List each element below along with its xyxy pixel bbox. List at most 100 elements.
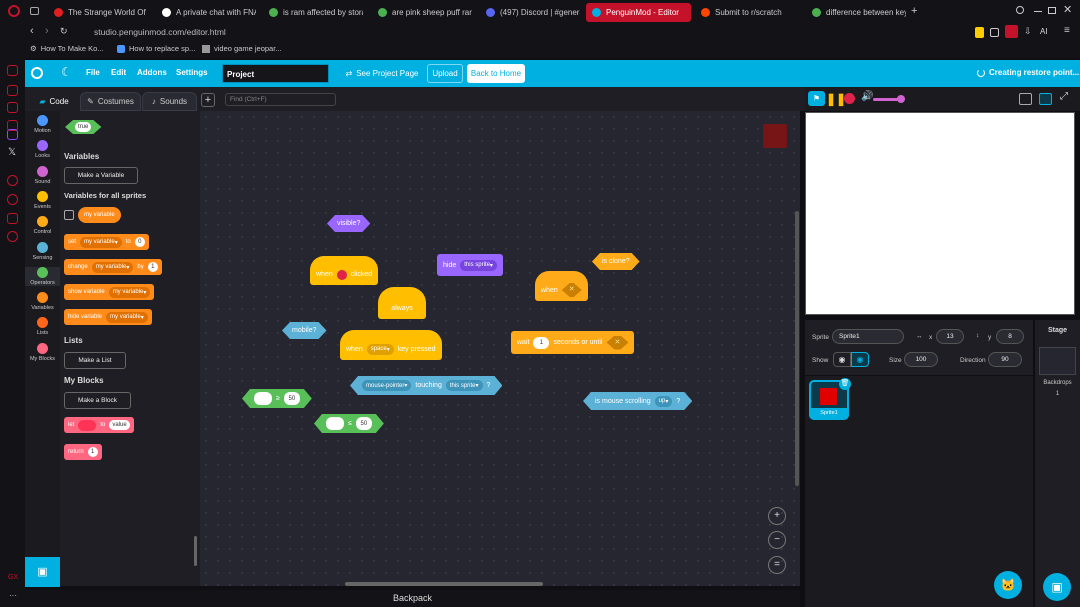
normal-stage-icon[interactable] bbox=[1039, 93, 1052, 105]
make-variable-button[interactable]: Make a Variable bbox=[64, 167, 138, 184]
browser-tab[interactable]: is ram affected by storage bbox=[263, 3, 363, 22]
zoom-out-icon[interactable]: − bbox=[768, 531, 786, 549]
sprite-name-input[interactable]: Sprite1 bbox=[832, 329, 904, 344]
stage-canvas[interactable] bbox=[805, 112, 1075, 315]
add-extension-corner-button[interactable]: ▣ bbox=[25, 557, 60, 587]
category-motion[interactable]: Motion bbox=[25, 115, 60, 134]
gx-icon[interactable]: GX bbox=[8, 574, 18, 581]
sidebar-player-icon[interactable] bbox=[7, 175, 18, 186]
tab-overview-icon[interactable] bbox=[30, 7, 39, 15]
when-condition-hat-block[interactable]: when ✕ bbox=[535, 271, 588, 301]
browser-tab[interactable]: The Strange World Of Chr bbox=[48, 3, 148, 22]
empty-condition-slot[interactable]: ✕ bbox=[606, 336, 628, 350]
sidebar-ai-icon[interactable] bbox=[7, 85, 18, 96]
delete-sprite-icon[interactable]: 🗑 bbox=[839, 378, 851, 390]
sidebar-settings-icon[interactable] bbox=[7, 231, 18, 242]
menu-addons[interactable]: Addons bbox=[137, 68, 167, 77]
category-sensing[interactable]: Sensing bbox=[25, 241, 60, 261]
show-variable-block[interactable]: show variable my variable ▾ bbox=[64, 284, 155, 300]
variable-checkbox[interactable] bbox=[64, 210, 74, 220]
empty-condition-slot[interactable]: ✕ bbox=[562, 283, 582, 297]
extension-icon[interactable] bbox=[975, 27, 984, 38]
le-left-input[interactable] bbox=[326, 417, 344, 430]
back-icon[interactable]: ‹ bbox=[30, 25, 34, 37]
screenshot-icon[interactable] bbox=[1005, 25, 1018, 38]
category-control[interactable]: Control bbox=[25, 216, 60, 235]
hide-variable-block[interactable]: hide variable my variable ▾ bbox=[64, 309, 152, 325]
find-input[interactable]: Find (Ctrl+F) bbox=[225, 93, 336, 106]
set-variable-block[interactable]: set my variable ▾ to 0 bbox=[64, 234, 149, 250]
backpack-bar[interactable]: Backpack bbox=[25, 590, 800, 607]
script-workspace[interactable]: visible? when clicked hide this sprite ▾ i… bbox=[200, 111, 800, 586]
touching-block[interactable]: mouse-pointer ▾ touching this sprite ▾? bbox=[350, 376, 502, 395]
project-title-input[interactable]: Project bbox=[222, 64, 329, 83]
menu-settings[interactable]: Settings bbox=[176, 68, 208, 77]
category-lists[interactable]: Lists bbox=[25, 317, 60, 336]
sidebar-home-icon[interactable] bbox=[7, 65, 18, 76]
volume-icon[interactable]: 🔊 bbox=[861, 91, 873, 102]
browser-tab[interactable]: difference between key p bbox=[806, 3, 906, 22]
direction-input[interactable]: 90 bbox=[988, 352, 1022, 367]
ai-label[interactable]: AI bbox=[1040, 27, 1048, 36]
x-input[interactable]: 13 bbox=[936, 329, 964, 344]
bookmark-3[interactable]: video game jeopar... bbox=[202, 44, 282, 53]
fullscreen-icon[interactable]: ⤢ bbox=[1060, 91, 1068, 102]
add-extension-button[interactable]: + bbox=[201, 93, 215, 107]
add-sprite-button[interactable]: 🐱 bbox=[994, 571, 1022, 599]
more-icon[interactable]: ··· bbox=[9, 591, 17, 600]
hide-sprite-block[interactable]: hide this sprite ▾ bbox=[437, 254, 503, 276]
make-block-button[interactable]: Make a Block bbox=[64, 392, 131, 409]
vertical-scrollbar[interactable] bbox=[795, 211, 799, 486]
true-block[interactable]: true bbox=[65, 120, 101, 134]
zoom-in-icon[interactable]: + bbox=[768, 507, 786, 525]
zoom-reset-icon[interactable]: = bbox=[768, 556, 786, 574]
sidebar-messenger-icon[interactable] bbox=[7, 102, 18, 113]
close-window-icon[interactable]: ✕ bbox=[1063, 3, 1072, 16]
download-icon[interactable]: ⇩ bbox=[1024, 26, 1032, 37]
visible-block[interactable]: visible? bbox=[327, 215, 370, 232]
browser-tab[interactable]: (497) Discord | #general | bbox=[480, 3, 580, 22]
menu-file[interactable]: File bbox=[86, 68, 100, 77]
menu-icon[interactable]: ≡ bbox=[1064, 25, 1070, 36]
always-hat-block[interactable]: always bbox=[378, 287, 426, 319]
tab-costumes[interactable]: ✎ Costumes bbox=[80, 92, 141, 111]
category-events[interactable]: Events bbox=[25, 190, 60, 210]
see-project-page-button[interactable]: ⇄ See Project Page bbox=[340, 64, 424, 83]
hide-eye-icon[interactable]: ◉ bbox=[851, 352, 869, 367]
opera-logo-icon[interactable] bbox=[8, 5, 20, 17]
maximize-icon[interactable] bbox=[1048, 7, 1056, 14]
green-flag-icon[interactable]: ⚑ bbox=[808, 91, 825, 106]
browser-tab[interactable]: Submit to r/scratch bbox=[695, 3, 795, 22]
let-block[interactable]: let to value bbox=[64, 417, 134, 433]
theme-moon-icon[interactable]: ☾ bbox=[61, 65, 72, 79]
twitch-icon[interactable] bbox=[7, 129, 18, 140]
is-clone-block[interactable]: is clone? bbox=[592, 253, 640, 270]
when-key-pressed-block[interactable]: when space ▾ key pressed bbox=[340, 330, 442, 360]
extensions-icon[interactable] bbox=[990, 28, 999, 37]
mobile-block[interactable]: mobile? bbox=[282, 322, 327, 339]
ge-left-input[interactable] bbox=[254, 392, 272, 405]
sidebar-extensions-icon[interactable] bbox=[7, 213, 18, 224]
show-eye-icon[interactable]: ◉ bbox=[833, 352, 851, 367]
when-sprite-clicked-block[interactable]: when clicked bbox=[310, 256, 379, 285]
add-backdrop-button[interactable]: ▣ bbox=[1043, 573, 1071, 601]
stage-thumbnail[interactable] bbox=[1039, 347, 1076, 375]
my-variable-reporter[interactable]: my variable bbox=[78, 207, 121, 223]
tab-sounds[interactable]: ♪ Sounds bbox=[142, 92, 197, 111]
category-operators[interactable]: Operators bbox=[25, 266, 60, 286]
category-my-blocks[interactable]: My Blocks bbox=[25, 342, 60, 362]
browser-tab[interactable]: PenguinMod - Editor bbox=[586, 3, 691, 22]
small-stage-icon[interactable] bbox=[1019, 93, 1032, 105]
x-icon[interactable]: 𝕏 bbox=[8, 147, 16, 158]
tab-code[interactable]: ▰ Code bbox=[29, 92, 79, 111]
bookmark-2[interactable]: How to replace sp... bbox=[117, 44, 195, 53]
search-tabs-icon[interactable] bbox=[1016, 6, 1024, 14]
browser-tab[interactable]: are pink sheep puff rare? bbox=[372, 3, 472, 22]
new-tab-button[interactable]: + bbox=[911, 5, 917, 17]
return-block[interactable]: return 1 bbox=[64, 444, 102, 460]
minimize-icon[interactable] bbox=[1034, 11, 1042, 12]
category-looks[interactable]: Looks bbox=[25, 140, 60, 159]
browser-tab[interactable]: A private chat with FNATI bbox=[156, 3, 256, 22]
less-equal-block[interactable]: ≤50 bbox=[314, 414, 384, 433]
forward-icon[interactable]: › bbox=[45, 25, 49, 37]
